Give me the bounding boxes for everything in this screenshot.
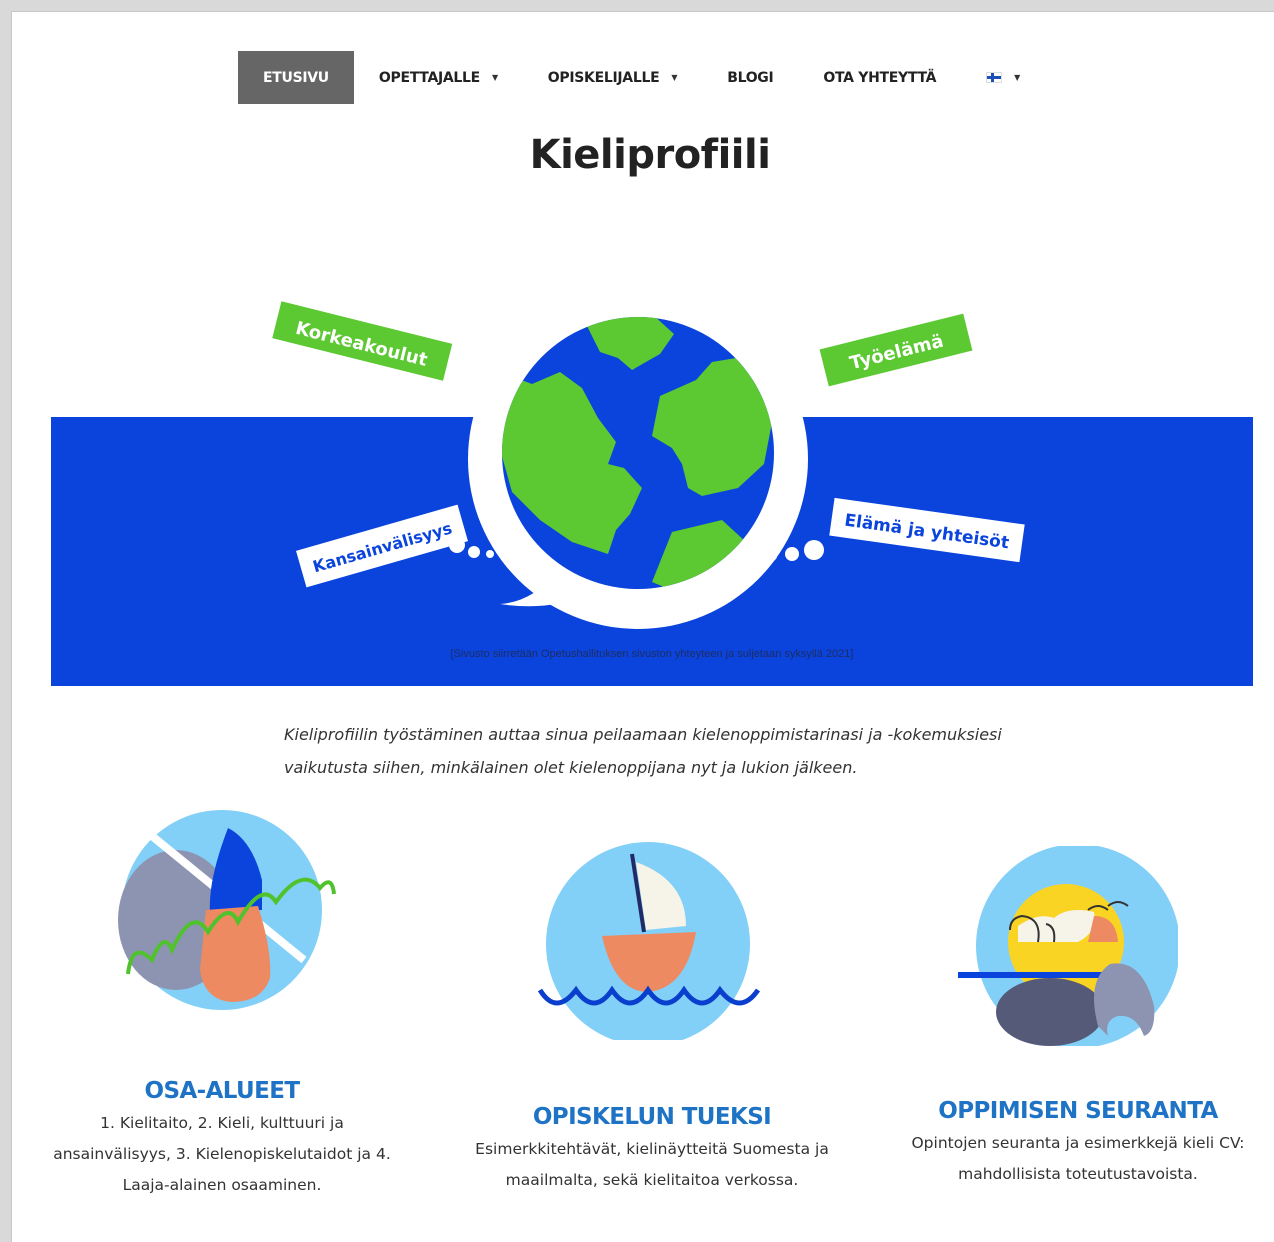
feature-text-line: ansainvälisyys, 3. Kielenopiskelutaidot … (53, 1145, 391, 1163)
label-korkeakoulut: Korkeakoulut (272, 301, 453, 381)
feature-text-line: 1. Kielitaito, 2. Kieli, kulttuuri ja (100, 1114, 344, 1132)
caret-down-icon: ▼ (671, 73, 678, 82)
intro-text: Kieliprofiilin työstäminen auttaa sinua … (284, 718, 1044, 784)
main-navigation: ETUSIVU OPETTAJALLE ▼ OPISKELIJALLE ▼ BL… (238, 51, 1045, 104)
nav-item-ota-yhteytta[interactable]: OTA YHTEYTTÄ (798, 51, 961, 104)
intro-line-1: Kieliprofiilin työstäminen auttaa sinua … (284, 725, 1002, 744)
nav-item-label: ETUSIVU (263, 69, 329, 86)
nav-item-label: OTA YHTEYTTÄ (823, 69, 937, 86)
nav-item-label: BLOGI (727, 69, 774, 86)
nav-item-label: OPETTAJALLE (378, 69, 480, 86)
feature-text-osa-alueet: 1. Kielitaito, 2. Kieli, kulttuuri ja an… (42, 1108, 402, 1201)
hero-illustration: Korkeakoulut Työelämä Kansainvälisyys El… (272, 292, 1025, 629)
intro-line-2: vaikutusta siihen, minkälainen olet kiel… (284, 758, 858, 777)
sunset-rocks-icon[interactable] (958, 846, 1178, 1046)
nav-item-etusivu[interactable]: ETUSIVU (238, 51, 354, 104)
feature-text-opiskelun-tueksi: Esimerkkitehtävät, kielinäytteitä Suomes… (442, 1134, 862, 1196)
web-page: ETUSIVU OPETTAJALLE ▼ OPISKELIJALLE ▼ BL… (12, 12, 1274, 1242)
feature-title-opiskelun-tueksi[interactable]: OPISKELUN TUEKSI (502, 1104, 802, 1130)
nav-item-label: OPISKELIJALLE (547, 69, 660, 86)
feature-text-line: maailmalta, sekä kielitaitoa verkossa. (505, 1171, 799, 1189)
sailboat-icon[interactable] (536, 840, 766, 1040)
feature-text-line: Laaja-alainen osaaminen. (122, 1176, 322, 1194)
feature-text-line: Esimerkkitehtävät, kielinäytteitä Suomes… (475, 1140, 829, 1158)
language-selector[interactable]: ▼ (961, 51, 1045, 104)
feature-text-line: Opintojen seuranta ja esimerkkejä kieli … (911, 1134, 1245, 1152)
feature-title-oppimisen-seuranta[interactable]: OPPIMISEN SEURANTA (928, 1098, 1228, 1124)
nav-item-opettajalle[interactable]: OPETTAJALLE ▼ (354, 51, 523, 104)
label-tyoelama: Työelämä (819, 313, 973, 387)
caret-down-icon: ▼ (491, 73, 498, 82)
label-elama-yhteisot: Elämä ja yhteisöt (829, 497, 1025, 563)
page-title: Kieliprofiili (529, 132, 771, 178)
hero-notice: [Sivusto siirretään Opetushallituksen si… (450, 648, 854, 660)
hand-nature-icon[interactable] (112, 810, 352, 1020)
feature-title-osa-alueet[interactable]: OSA-ALUEET (72, 1078, 372, 1104)
feature-text-oppimisen-seuranta: Opintojen seuranta ja esimerkkejä kieli … (882, 1128, 1274, 1190)
label-kansainvalisyys: Kansainvälisyys (296, 504, 468, 588)
nav-item-opiskelijalle[interactable]: OPISKELIJALLE ▼ (523, 51, 702, 104)
feature-text-line: mahdollisista toteutustavoista. (958, 1165, 1198, 1183)
finnish-flag-icon (986, 72, 1003, 83)
caret-down-icon: ▼ (1014, 73, 1021, 82)
nav-item-blogi[interactable]: BLOGI (702, 51, 798, 104)
